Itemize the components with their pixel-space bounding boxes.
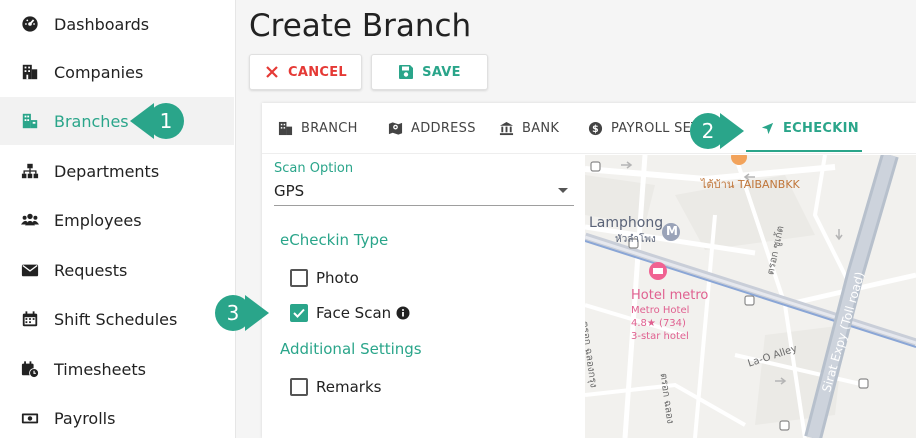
map-label-lamphong-thai: หัวลำโพง (615, 234, 656, 245)
tab-echeckin[interactable]: ECHECKIN (760, 103, 859, 154)
cancel-button[interactable]: CANCEL (249, 54, 362, 90)
callout-2: 2 (690, 113, 744, 149)
svg-text:$: $ (592, 124, 599, 135)
active-tab-indicator (746, 150, 862, 152)
users-icon (20, 210, 40, 230)
tab-label: PAYROLL SET (611, 121, 700, 136)
callout-3: 3 (215, 295, 269, 331)
callout-arrow (720, 113, 744, 149)
chevron-down-icon[interactable] (558, 188, 568, 193)
main-content: Create Branch CANCEL SAVE BRANCH ADDRESS (236, 0, 916, 438)
sidebar-item-label: Dashboards (54, 14, 150, 34)
sidebar-item-label: Employees (54, 210, 142, 230)
sidebar-item-payrolls[interactable]: Payrolls (0, 394, 234, 438)
cancel-label: CANCEL (288, 64, 347, 80)
map-label-hotel-rating: 4.8★ (734) (631, 318, 686, 329)
sidebar-item-label: Companies (54, 62, 144, 82)
tab-label: ECHECKIN (783, 121, 859, 136)
sidebar-item-label: Shift Schedules (54, 309, 178, 329)
bank-icon (499, 121, 514, 136)
map-view[interactable]: ไต้บ้าน TAIBANBKK Lamphong หัวลำโพง M Ho… (585, 155, 916, 438)
app-root: Dashboards Companies Branches Department… (0, 0, 916, 438)
building-icon (20, 62, 40, 82)
tab-bank[interactable]: BANK (499, 103, 559, 154)
map-label-taibanbkk: ไต้บ้าน TAIBANBKK (701, 178, 800, 191)
sidebar-item-departments[interactable]: Departments (0, 147, 234, 195)
tab-payroll-settings[interactable]: $ PAYROLL SET (588, 103, 699, 154)
face-scan-checkbox[interactable] (290, 304, 308, 322)
photo-checkbox[interactable] (290, 269, 308, 287)
tab-address[interactable]: ADDRESS (388, 103, 476, 154)
tab-bar: BRANCH ADDRESS BANK $ PAYROLL SET ECHECK… (262, 103, 916, 154)
map-label-hotel-class: 3-star hotel (631, 331, 689, 342)
sidebar-item-employees[interactable]: Employees (0, 196, 234, 244)
sidebar-item-dashboards[interactable]: Dashboards (0, 0, 234, 48)
info-icon[interactable] (396, 306, 410, 320)
envelope-icon (20, 260, 40, 280)
photo-label: Photo (316, 269, 359, 287)
sidebar-item-label: Branches (54, 111, 129, 131)
select-underline (274, 205, 574, 206)
sidebar-item-requests[interactable]: Requests (0, 246, 234, 294)
calendar-icon (20, 309, 40, 329)
calendar-clock-icon (20, 359, 40, 379)
map-label-lamphong: Lamphong (589, 215, 664, 231)
remarks-checkbox[interactable] (290, 378, 308, 396)
face-scan-label: Face Scan (316, 304, 392, 322)
form-panel: BRANCH ADDRESS BANK $ PAYROLL SET ECHECK… (262, 103, 916, 438)
checkmark-icon (293, 308, 305, 318)
sidebar-item-label: Payrolls (54, 408, 116, 428)
page-title: Create Branch (249, 8, 472, 44)
metro-station-icon: M (666, 224, 678, 238)
echeckin-form: Scan Option GPS eCheckin Type Photo Face… (262, 155, 584, 438)
sidebar-item-label: Requests (54, 260, 128, 280)
sidebar: Dashboards Companies Branches Department… (0, 0, 236, 438)
callout-arrow (245, 295, 269, 331)
map-label-hotel: Hotel metro (631, 288, 709, 303)
sidebar-item-label: Timesheets (54, 359, 146, 379)
sidebar-item-timesheets[interactable]: Timesheets (0, 345, 234, 393)
scan-option-select[interactable]: GPS (274, 182, 304, 200)
tab-label: ADDRESS (411, 121, 476, 136)
map-icon (388, 122, 403, 135)
money-icon (20, 408, 40, 428)
remarks-checkbox-row[interactable]: Remarks (290, 378, 381, 396)
face-scan-checkbox-row[interactable]: Face Scan (290, 304, 410, 322)
save-icon (399, 65, 414, 79)
sidebar-item-label: Departments (54, 161, 160, 181)
building-icon (278, 121, 293, 136)
sidebar-item-branches[interactable]: Branches (0, 97, 234, 145)
save-label: SAVE (422, 64, 461, 80)
branch-icon (20, 111, 40, 131)
close-icon (266, 66, 278, 78)
scan-option-label: Scan Option (274, 161, 354, 176)
sidebar-item-companies[interactable]: Companies (0, 48, 234, 96)
additional-settings-title: Additional Settings (280, 340, 422, 358)
callout-1: 1 (130, 103, 184, 139)
save-button[interactable]: SAVE (371, 54, 488, 90)
remarks-label: Remarks (316, 378, 382, 396)
dashboard-icon (20, 14, 40, 34)
tab-label: BANK (522, 121, 560, 136)
photo-checkbox-row[interactable]: Photo (290, 269, 359, 287)
sidebar-item-shift-schedules[interactable]: Shift Schedules (0, 295, 234, 343)
tab-label: BRANCH (301, 121, 358, 136)
callout-badge: 1 (148, 103, 184, 139)
location-arrow-icon (761, 122, 774, 135)
dollar-icon: $ (588, 121, 603, 136)
echeckin-type-title: eCheckin Type (280, 231, 389, 249)
tab-branch[interactable]: BRANCH (278, 103, 358, 154)
sitemap-icon (20, 161, 40, 181)
map-label-hotel-2: Metro Hotel (631, 305, 690, 316)
